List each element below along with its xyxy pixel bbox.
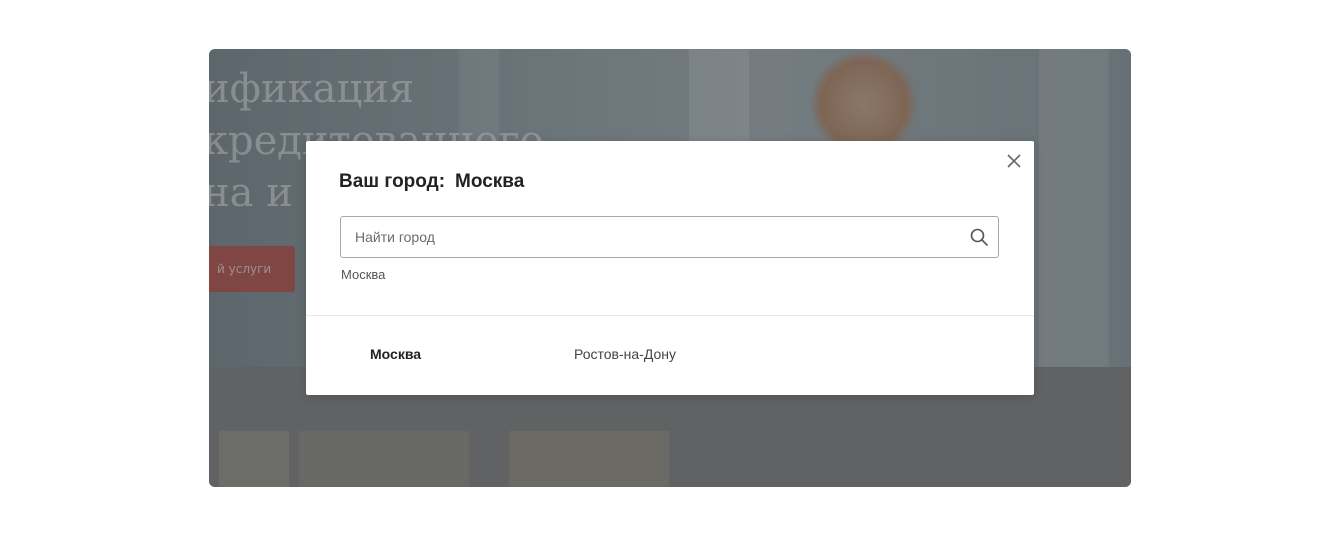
city-select-modal: Ваш город: Москва Москва Москва Ростов-на… [306,141,1034,395]
close-icon [1007,154,1021,168]
city-option-moscow[interactable]: Москва [370,346,421,362]
city-search-input[interactable] [355,217,955,257]
city-search[interactable] [340,216,999,258]
title-label: Ваш город: [339,171,446,192]
divider [306,315,1034,316]
search-icon[interactable] [969,227,989,247]
search-hint[interactable]: Москва [341,267,385,282]
current-city: Москва [455,171,525,192]
close-button[interactable] [1004,151,1024,171]
modal-title: Ваш город: Москва [339,171,524,193]
city-option-rostov[interactable]: Ростов-на-Дону [574,346,676,362]
